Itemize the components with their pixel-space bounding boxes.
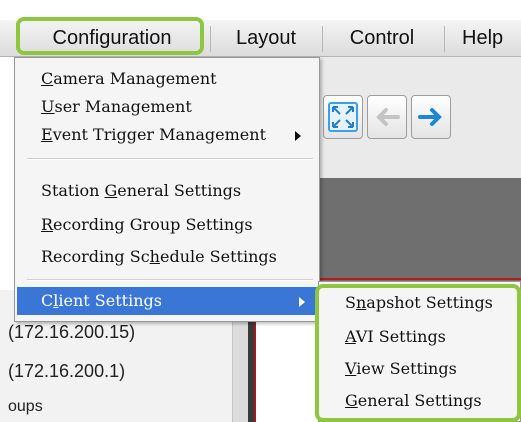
submenu-highlight-outline — [315, 284, 521, 422]
forward-button[interactable] — [411, 95, 451, 139]
menu-item-client-settings[interactable]: Client Settings — [17, 287, 317, 315]
menu-item-label: ser Management — [54, 97, 192, 116]
configuration-dropdown-menu: Camera Management User Management Event … — [14, 57, 320, 322]
menu-item-station-general-settings[interactable]: Station General Settings — [41, 178, 241, 204]
menu-item-label: Recording Sc — [41, 247, 150, 266]
menu-item-text: Client Settings — [41, 288, 317, 314]
menu-separator — [322, 26, 323, 52]
menu-layout[interactable]: Layout — [216, 20, 316, 56]
menu-item-mnemonic: U — [41, 97, 55, 116]
menu-item-label: eneral Settings — [117, 181, 242, 200]
menu-item-mnemonic: h — [149, 247, 160, 266]
menu-item-label: vent Trigger Management — [52, 125, 266, 144]
menu-item-mnemonic: E — [41, 125, 53, 144]
menu-separator — [27, 279, 313, 281]
menu-item-label: ient Settings — [58, 291, 162, 310]
station-list-item[interactable]: (172.16.200.15) — [8, 322, 135, 343]
menu-item-label: amera Management — [53, 69, 217, 88]
back-button[interactable] — [367, 95, 407, 139]
menu-item-label: Station — [41, 181, 105, 200]
menu-control[interactable]: Control — [326, 20, 438, 56]
menu-item-recording-schedule-settings[interactable]: Recording Schedule Settings — [41, 244, 277, 270]
fullscreen-button[interactable] — [323, 95, 363, 139]
menu-item-label: edule Settings — [159, 247, 277, 266]
triangle-right-icon — [299, 297, 305, 307]
menu-item-mnemonic: G — [104, 181, 118, 200]
menu-item-mnemonic: R — [41, 215, 54, 234]
triangle-right-icon — [295, 131, 301, 141]
menu-item-event-trigger-management[interactable]: Event Trigger Management — [41, 122, 313, 148]
fullscreen-icon — [328, 102, 358, 132]
menu-item-recording-group-settings[interactable]: Recording Group Settings — [41, 212, 253, 238]
menu-item-label: C — [41, 291, 54, 310]
arrow-left-icon — [376, 108, 400, 126]
menu-item-label: ecording Group Settings — [53, 215, 253, 234]
menu-item-camera-management[interactable]: Camera Management — [41, 66, 217, 92]
menu-item-user-management[interactable]: User Management — [41, 94, 192, 120]
station-list-item[interactable]: oups — [8, 398, 43, 416]
station-list-item[interactable]: (172.16.200.1) — [8, 361, 125, 382]
arrow-right-icon — [418, 108, 442, 126]
configuration-highlight-outline — [16, 17, 204, 55]
menu-separator — [444, 26, 445, 52]
menu-help[interactable]: Help — [450, 20, 521, 56]
menu-separator — [210, 26, 211, 52]
menu-separator — [27, 158, 313, 160]
menu-item-mnemonic: C — [41, 69, 54, 88]
